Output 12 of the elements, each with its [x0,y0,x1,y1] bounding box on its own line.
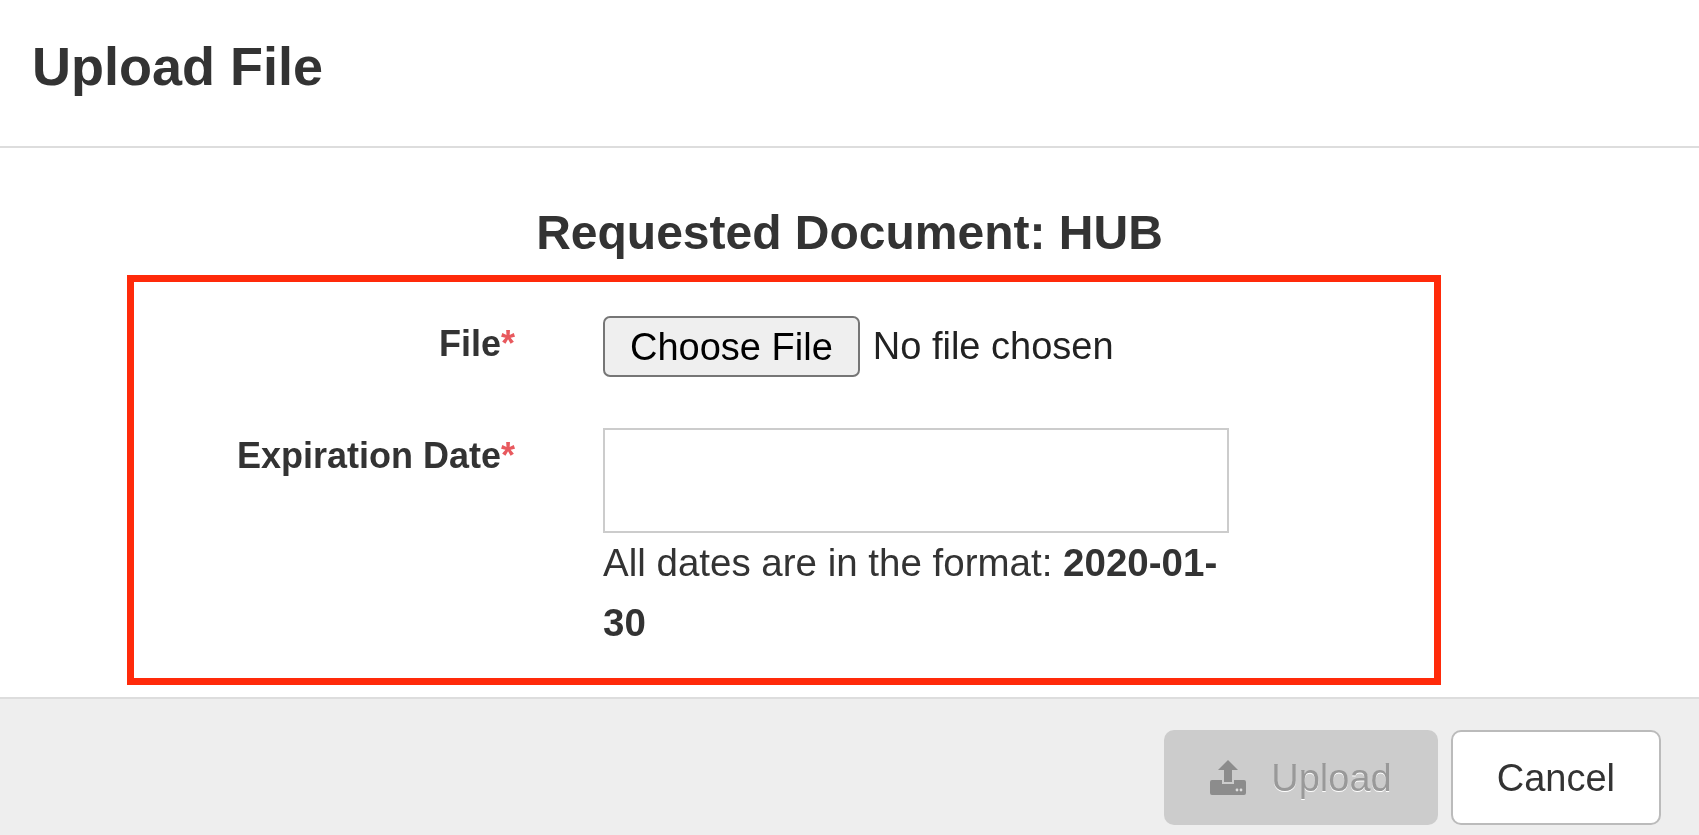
field-label: File [438,322,501,366]
required-mark: * [501,434,515,478]
upload-icon [1210,760,1247,795]
required-mark: * [501,322,515,366]
cancel-button[interactable]: Cancel [1450,730,1661,825]
file-status-text: No file chosen [872,323,1114,369]
field-label: Expiration Date [236,434,501,478]
expiration-date-input[interactable] [603,428,1229,533]
document-heading: Requested Document: HUB [536,205,1163,261]
choose-file-button[interactable]: Choose File [603,316,860,377]
dialog-title: Upload File [32,35,323,98]
date-format-hint: All dates are in the format: 2020-01-30 [603,540,1219,646]
